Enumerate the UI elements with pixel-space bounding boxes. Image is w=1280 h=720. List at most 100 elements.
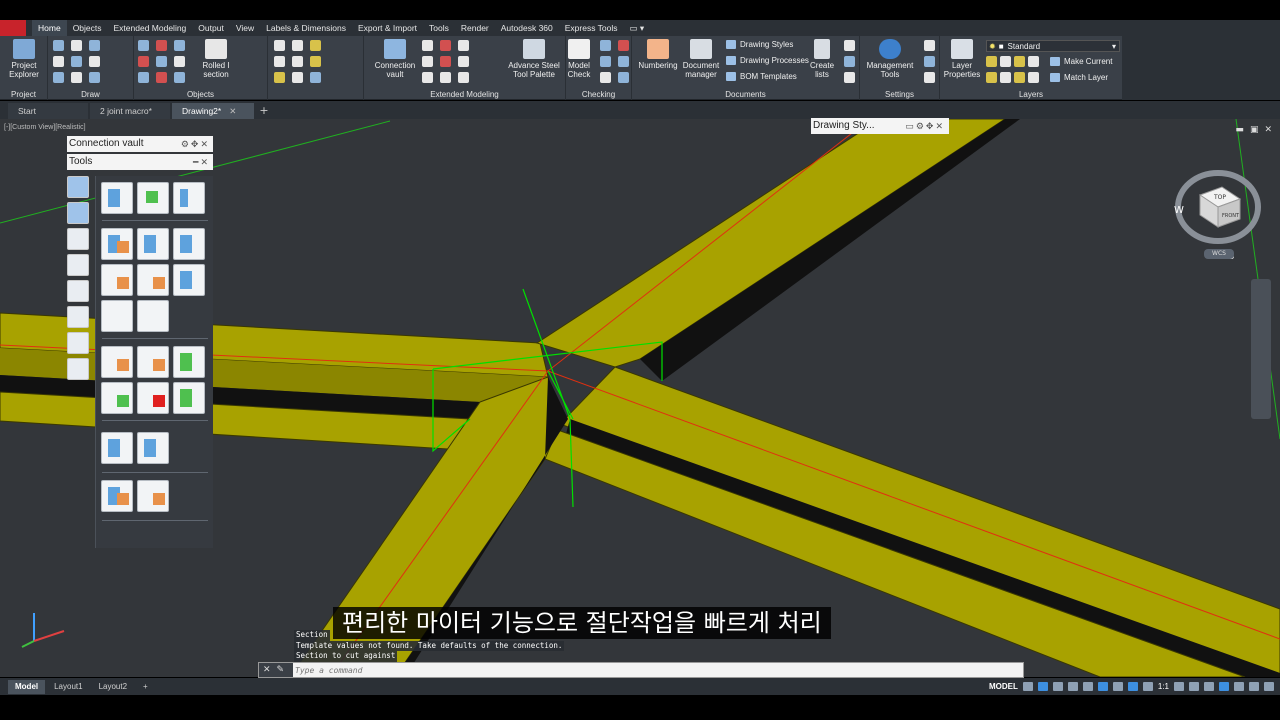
palette-category-3[interactable] [67, 228, 89, 250]
tab-home[interactable]: Home [32, 20, 67, 36]
tab-labels-dimensions[interactable]: Labels & Dimensions [260, 20, 352, 36]
units-icon[interactable] [1204, 682, 1214, 691]
tool-connection-2[interactable] [137, 182, 169, 214]
palette-category-7[interactable] [67, 332, 89, 354]
navigation-bar[interactable] [1251, 279, 1271, 419]
connection-vault-button[interactable]: Connection vault [370, 39, 420, 79]
railing-icon[interactable] [292, 72, 303, 83]
tab-view[interactable]: View [230, 20, 260, 36]
layer-1-icon[interactable] [986, 56, 997, 67]
plate-poly-icon[interactable] [292, 40, 303, 51]
polyline-icon[interactable] [71, 40, 82, 51]
check-5-icon[interactable] [600, 72, 611, 83]
drawing-style-window[interactable]: Drawing Sty... ▭⚙✥✕ [811, 118, 949, 134]
plate-icon[interactable] [156, 40, 167, 51]
project-explorer-button[interactable]: Project Explorer [4, 39, 44, 79]
file-tab-start[interactable]: Start [8, 103, 88, 119]
palette-category-1[interactable] [67, 176, 89, 198]
minimize-icon[interactable]: ▬ [1235, 125, 1244, 135]
palette-category-2[interactable] [67, 202, 89, 224]
doc-extra-3-icon[interactable] [844, 72, 855, 83]
viewport-controls-label[interactable]: [-][Custom View][Realistic] [4, 124, 86, 131]
tool-connection-16[interactable] [137, 382, 169, 414]
management-tools-button[interactable]: Management Tools [864, 39, 916, 79]
model-check-button[interactable]: Model Check [566, 39, 592, 79]
ucs-icon[interactable] [89, 72, 100, 83]
tool-connection-7[interactable] [101, 264, 133, 296]
command-input[interactable] [295, 664, 995, 676]
layout-tab-layout1[interactable]: Layout1 [47, 680, 89, 694]
layer-7-icon[interactable] [1014, 72, 1025, 83]
make-current-button[interactable]: Make Current [1050, 57, 1112, 66]
doc-extra-2-icon[interactable] [844, 56, 855, 67]
model-viewport[interactable]: [-][Custom View][Realistic] ▬ ▣ ✕ Connec… [0, 119, 1280, 677]
check-2-icon[interactable] [618, 40, 629, 51]
palette-controls[interactable]: ⚙✥✕ [181, 136, 210, 152]
tool-connection-12[interactable] [101, 346, 133, 378]
wcs-menu[interactable]: WCS [1204, 249, 1234, 259]
tool-connection-13[interactable] [137, 346, 169, 378]
layout-tab-layout2[interactable]: Layout2 [92, 680, 134, 694]
document-manager-button[interactable]: Document manager [680, 39, 722, 79]
tab-objects[interactable]: Objects [67, 20, 108, 36]
viewcube[interactable]: TOP FRONT W S [1170, 165, 1266, 261]
beam-icon[interactable] [138, 40, 149, 51]
connection-1-icon[interactable] [422, 40, 433, 51]
tab-export-import[interactable]: Export & Import [352, 20, 423, 36]
grid-icon[interactable] [156, 56, 167, 67]
application-menu-button[interactable] [0, 20, 26, 36]
wrench-icon[interactable]: ✎ [277, 663, 285, 677]
tool-connection-8[interactable] [137, 264, 169, 296]
layer-3-icon[interactable] [1014, 56, 1025, 67]
tool-connection-3[interactable] [173, 182, 205, 214]
shorten-icon[interactable] [156, 72, 167, 83]
check-1-icon[interactable] [600, 40, 611, 51]
cage-icon[interactable] [310, 72, 321, 83]
numbering-button[interactable]: Numbering [634, 39, 682, 70]
hardware-acceleration-icon[interactable] [1234, 682, 1244, 691]
weld-icon[interactable] [138, 56, 149, 67]
tab-output[interactable]: Output [192, 20, 230, 36]
polar-icon[interactable] [1067, 682, 1078, 691]
settings-1-icon[interactable] [924, 40, 935, 51]
tab-tools[interactable]: Tools [423, 20, 455, 36]
connection-9-icon[interactable] [458, 72, 469, 83]
check-3-icon[interactable] [600, 56, 611, 67]
layer-2-icon[interactable] [1000, 56, 1011, 67]
tool-connection-17[interactable] [173, 382, 205, 414]
tool-connection-10[interactable] [101, 300, 133, 332]
bom-templates-button[interactable]: BOM Templates [726, 72, 797, 81]
check-4-icon[interactable] [618, 56, 629, 67]
clean-screen-icon[interactable] [1249, 682, 1259, 691]
palette-category-4[interactable] [67, 254, 89, 276]
check-6-icon[interactable] [618, 72, 629, 83]
connection-7-icon[interactable] [422, 72, 433, 83]
palette-tools-controls[interactable]: ━✕ [193, 154, 210, 170]
tab-autodesk-360[interactable]: Autodesk 360 [495, 20, 559, 36]
spline-icon[interactable] [53, 56, 64, 67]
hole-icon[interactable] [292, 56, 303, 67]
ortho-icon[interactable] [1052, 682, 1063, 691]
layer-4-icon[interactable] [1028, 56, 1039, 67]
annotation-monitor-icon[interactable] [1189, 682, 1199, 691]
drawing-processes-button[interactable]: Drawing Processes [726, 56, 809, 65]
viewcube-top-label[interactable]: TOP [1213, 194, 1226, 201]
tool-connection-19[interactable] [137, 432, 169, 464]
tool-connection-5[interactable] [137, 228, 169, 260]
palette-category-5[interactable] [67, 280, 89, 302]
advance-steel-tool-palette-button[interactable]: Advance Steel Tool Palette [506, 39, 562, 79]
model-space-toggle[interactable]: MODEL [989, 682, 1018, 691]
tab-render[interactable]: Render [455, 20, 495, 36]
layer-dropdown[interactable]: ✹ ■ Standard ▾ [986, 40, 1120, 52]
palette-category-8[interactable] [67, 358, 89, 380]
restore-icon[interactable]: ▣ [1250, 125, 1259, 135]
shear-stud-icon[interactable] [310, 56, 321, 67]
tool-connection-11[interactable] [137, 300, 169, 332]
grid-icon[interactable] [1022, 682, 1033, 691]
rectangle-icon[interactable] [71, 56, 82, 67]
annotation-icon[interactable] [1127, 682, 1138, 691]
ribbon-options-icon[interactable]: ▭ ▾ [624, 20, 651, 36]
tab-express-tools[interactable]: Express Tools [559, 20, 624, 36]
tool-connection-4[interactable] [101, 228, 133, 260]
stair-icon[interactable] [274, 72, 285, 83]
